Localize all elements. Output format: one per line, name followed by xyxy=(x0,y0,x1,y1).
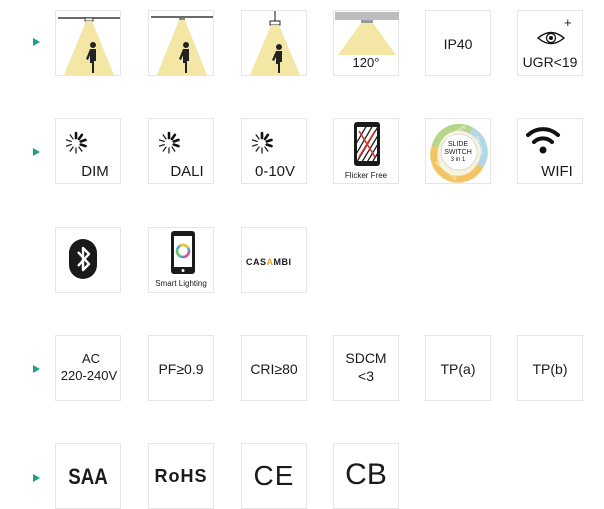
ugr-plus-symbol: + xyxy=(564,15,572,30)
wifi-icon: WIFI xyxy=(517,118,583,184)
casambi-logo: CASAMBI xyxy=(241,227,307,293)
cb-logo: CB xyxy=(333,443,399,509)
dali-icon: DALI xyxy=(148,118,214,184)
power-factor-badge: PF≥0.9 xyxy=(148,335,214,401)
ac-label: AC xyxy=(81,351,101,366)
dali-label: DALI xyxy=(170,163,204,180)
sdcm-badge: SDCM <3 xyxy=(333,335,399,401)
dim-label: DIM xyxy=(81,163,109,180)
ce-logo: CE xyxy=(241,443,307,509)
cb-label: CB xyxy=(345,458,387,491)
wifi-label: WIFI xyxy=(541,163,573,180)
row-2-arrow-icon xyxy=(33,148,40,156)
smart-lighting-label: Smart Lighting xyxy=(155,279,207,288)
tpa-badge: TP(a) xyxy=(425,335,491,401)
beam-angle-icon: 120° xyxy=(333,10,399,76)
ce-label: CE xyxy=(253,460,295,491)
ugr-label: UGR<19 xyxy=(522,54,578,70)
power-factor-label: PF≥0.9 xyxy=(158,361,204,377)
0-10v-icon: 0-10V xyxy=(241,118,307,184)
slide-switch-line-1: SLIDE xyxy=(447,141,469,148)
smart-lighting-icon: Smart Lighting xyxy=(148,227,214,293)
pendant-light-icon xyxy=(241,10,307,76)
recessed-light-icon xyxy=(148,10,214,76)
tpa-label: TP(a) xyxy=(440,361,476,377)
row-5-arrow-icon xyxy=(33,474,40,482)
slide-switch-line-3: 3 in 1 xyxy=(450,157,466,163)
rohs-label: RoHS xyxy=(154,466,208,486)
ip-rating-badge: IP40 xyxy=(425,10,491,76)
cri-badge: CRI≥80 xyxy=(241,335,307,401)
ac-voltage-badge: AC 220-240V xyxy=(55,335,121,401)
rohs-logo: RoHS xyxy=(148,443,214,509)
tpb-label: TP(b) xyxy=(532,361,568,377)
surface-mounted-light-icon xyxy=(55,10,121,76)
flicker-free-label: Flicker Free xyxy=(344,171,388,180)
beam-angle-label: 120° xyxy=(352,55,380,70)
0-10v-label: 0-10V xyxy=(254,163,296,180)
row-4-arrow-icon xyxy=(33,365,40,373)
saa-logo: SAA xyxy=(55,443,121,509)
slide-switch-line-2: SWITCH xyxy=(444,149,472,156)
dim-icon: DIM xyxy=(55,118,121,184)
sdcm-value-label: <3 xyxy=(358,368,374,384)
sdcm-label: SDCM xyxy=(345,350,387,366)
cri-label: CRI≥80 xyxy=(250,361,298,377)
casambi-logo-text: CASAMBI xyxy=(246,257,292,267)
saa-label: SAA xyxy=(68,464,108,489)
flicker-free-icon: Flicker Free xyxy=(333,118,399,184)
tpb-badge: TP(b) xyxy=(517,335,583,401)
voltage-label: 220-240V xyxy=(60,368,118,383)
slide-switch-icon: WARM WHITE COOL WHITE DAYLIGHT SLIDE SWI… xyxy=(425,118,491,184)
ip-rating-label: IP40 xyxy=(443,36,473,52)
bluetooth-icon xyxy=(55,227,121,293)
row-1-arrow-icon xyxy=(33,38,40,46)
ugr-badge: + UGR<19 xyxy=(517,10,583,76)
